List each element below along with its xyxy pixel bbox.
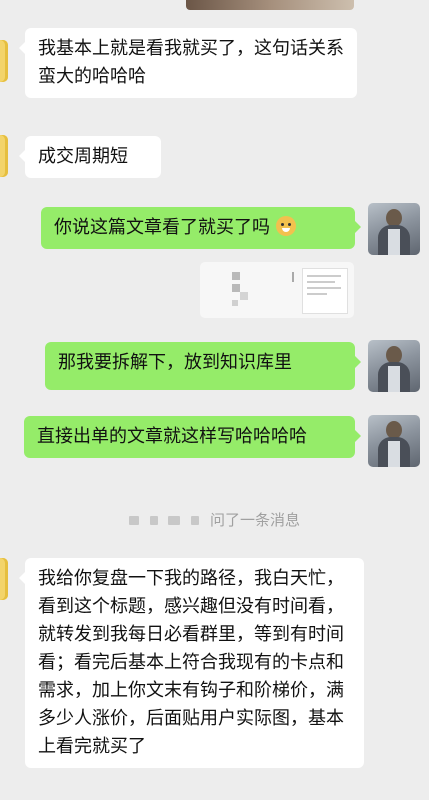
- shared-file-card[interactable]: [200, 262, 354, 318]
- user-avatar[interactable]: [368, 340, 420, 392]
- blurred-name: [128, 516, 139, 525]
- message-bubble-right[interactable]: 那我要拆解下，放到知识库里: [45, 342, 361, 390]
- shared-image-thumbnail[interactable]: [186, 0, 354, 10]
- message-bubble-left[interactable]: 我基本上就是看我就买了，这句话关系蛮大的哈哈哈: [19, 28, 357, 98]
- message-text: 成交周期短: [38, 146, 128, 167]
- document-preview-icon: [302, 268, 348, 314]
- message-text: 那我要拆解下，放到知识库里: [58, 352, 292, 373]
- message-bubble-left[interactable]: 成交周期短: [19, 136, 161, 178]
- message-text: 我基本上就是看我就买了，这句话关系蛮大的哈哈哈: [38, 38, 344, 87]
- contact-avatar[interactable]: [0, 135, 8, 177]
- user-avatar[interactable]: [368, 203, 420, 255]
- blurred-name: [149, 516, 158, 525]
- recall-notice: 问了一条消息: [0, 508, 429, 532]
- message-bubble-right[interactable]: 你说这篇文章看了就买了吗: [41, 207, 361, 249]
- message-bubble-left[interactable]: 我给你复盘一下我的路径，我白天忙，看到这个标题，感兴趣但没有时间看，就转发到我每…: [19, 558, 364, 768]
- message-text: 我给你复盘一下我的路径，我白天忙，看到这个标题，感兴趣但没有时间看，就转发到我每…: [38, 568, 344, 757]
- message-text: 直接出单的文章就这样写哈哈哈哈: [37, 426, 307, 447]
- contact-avatar[interactable]: [0, 558, 8, 600]
- recall-notice-text: 问了一条消息: [210, 511, 301, 529]
- blurred-name: [191, 516, 200, 525]
- message-bubble-right[interactable]: 直接出单的文章就这样写哈哈哈哈: [24, 416, 361, 458]
- contact-avatar[interactable]: [0, 40, 8, 82]
- message-text: 你说这篇文章看了就买了吗: [54, 217, 270, 238]
- user-avatar[interactable]: [368, 415, 420, 467]
- blurred-name: [168, 516, 181, 525]
- doge-emoji: [275, 216, 296, 236]
